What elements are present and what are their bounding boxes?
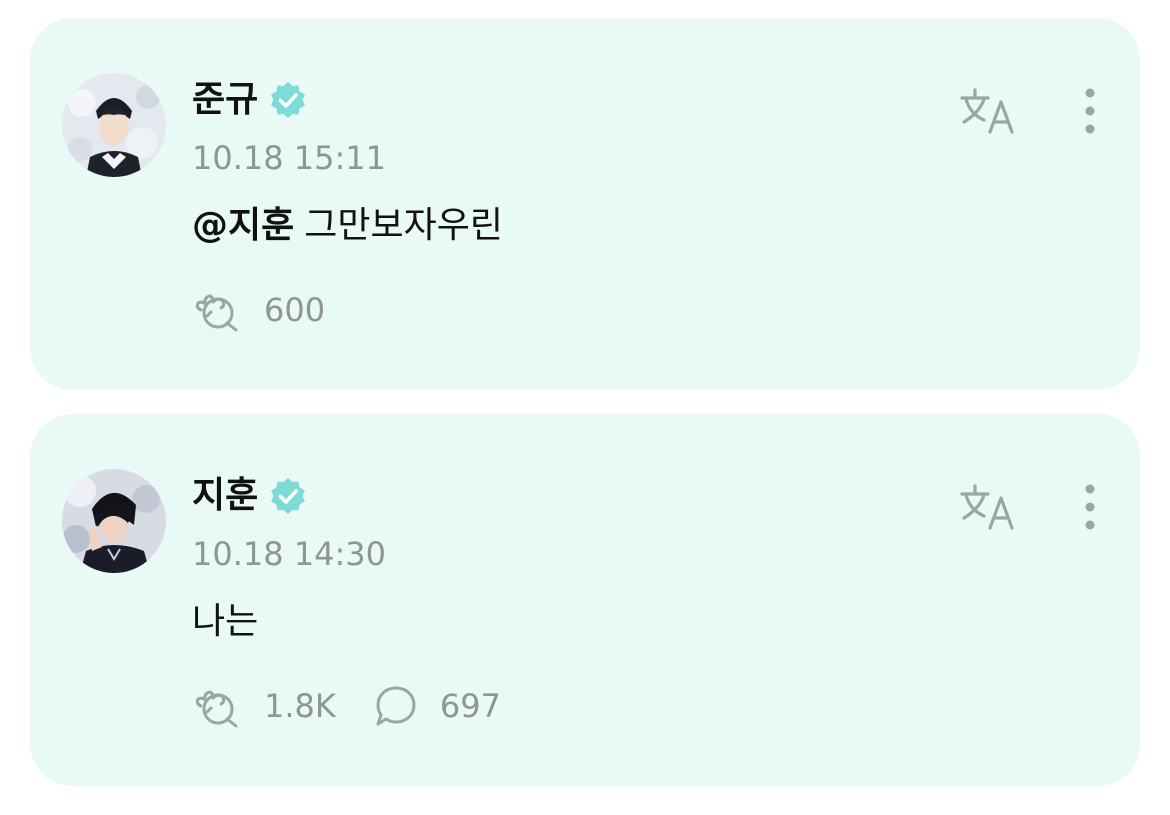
more-options-icon <box>1085 484 1095 530</box>
translate-button[interactable] <box>958 86 1018 136</box>
post-content: 나는 <box>192 600 258 644</box>
mention-link[interactable]: @지훈 <box>192 205 294 246</box>
avatar[interactable] <box>62 469 166 573</box>
cheer-icon <box>195 294 238 332</box>
verified-badge-icon <box>271 478 306 514</box>
post-timestamp: 10.18 15:11 <box>192 139 386 177</box>
cheer-icon <box>195 690 238 728</box>
more-options-icon <box>1085 88 1095 134</box>
author-name[interactable]: 지훈 <box>192 474 258 518</box>
comment-button[interactable]: 697 <box>372 682 501 730</box>
comment-count: 697 <box>439 687 501 725</box>
cheer-button[interactable]: 600 <box>192 286 325 334</box>
post-text: 나는 <box>192 601 259 642</box>
translate-icon <box>960 484 1014 530</box>
verified-badge-icon <box>271 82 306 118</box>
post-card[interactable]: 지훈 10.18 14:30 나는 1.8K 697 <box>30 414 1140 786</box>
post-stats: 1.8K 697 <box>192 682 501 730</box>
more-options-button[interactable] <box>1076 86 1104 136</box>
translate-button[interactable] <box>958 482 1018 532</box>
author-name[interactable]: 준규 <box>192 78 258 122</box>
post-timestamp: 10.18 14:30 <box>192 535 386 573</box>
post-stats: 600 <box>192 286 325 334</box>
translate-icon <box>960 88 1014 134</box>
cheer-count: 1.8K <box>264 687 336 725</box>
cheer-count: 600 <box>264 291 326 329</box>
cheer-button[interactable]: 1.8K <box>192 682 336 730</box>
post-card[interactable]: 준규 10.18 15:11 @지훈 그만보자우린 600 <box>30 18 1140 390</box>
comment-icon <box>376 686 416 726</box>
more-options-button[interactable] <box>1076 482 1104 532</box>
post-text: 그만보자우린 <box>304 205 503 246</box>
avatar[interactable] <box>62 73 166 177</box>
post-content: @지훈 그만보자우린 <box>192 204 503 248</box>
